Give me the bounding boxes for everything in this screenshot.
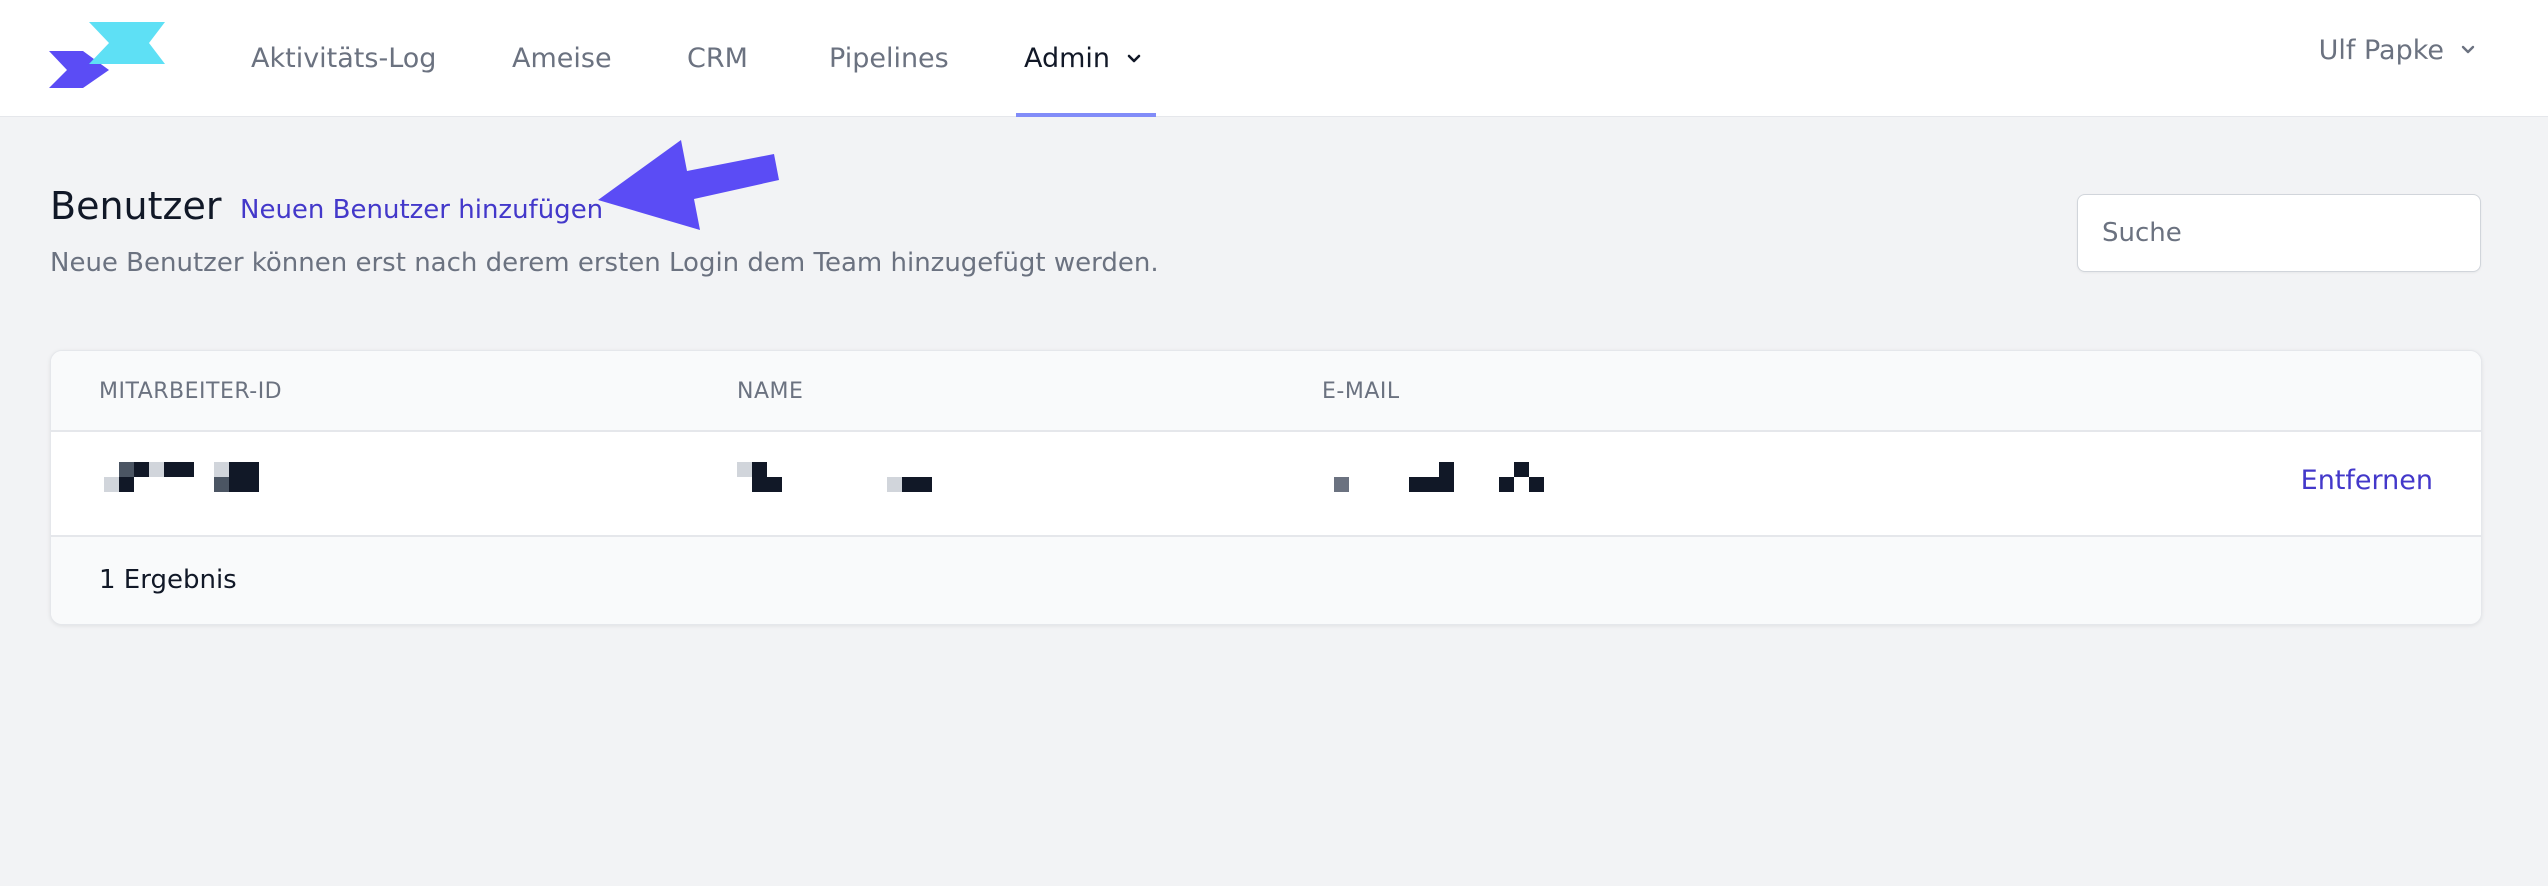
- nav-item-ameise[interactable]: Ameise: [512, 0, 612, 117]
- remove-user-button[interactable]: Entfernen: [2301, 465, 2433, 496]
- chevron-down-icon: [2461, 45, 2475, 54]
- arrow-pointer-icon: [598, 140, 779, 230]
- search-input[interactable]: [2077, 194, 2481, 272]
- users-table: MITARBEITER-ID NAME E-MAIL Entfernen 1 E…: [50, 350, 2482, 625]
- nav-item-label: Pipelines: [829, 43, 949, 74]
- redacted-email: [1334, 462, 1594, 502]
- active-nav-indicator: [1016, 113, 1156, 117]
- user-name: Ulf Papke: [2318, 34, 2444, 66]
- nav-item-pipelines[interactable]: Pipelines: [829, 0, 949, 117]
- table-row: Entfernen: [51, 432, 2481, 537]
- nav-item-label: CRM: [687, 43, 748, 74]
- column-header-email: E-MAIL: [1322, 379, 1400, 404]
- nav-item-crm[interactable]: CRM: [687, 0, 748, 117]
- page-subtitle: Neue Benutzer können erst nach derem ers…: [50, 248, 1159, 278]
- nav-item-aktivitaets-log[interactable]: Aktivitäts-Log: [251, 0, 436, 117]
- redacted-employee-id: [104, 462, 259, 502]
- chevron-down-icon: [1127, 54, 1141, 62]
- user-menu[interactable]: Ulf Papke: [2319, 0, 2478, 100]
- brand-logo[interactable]: [49, 22, 165, 88]
- column-header-id: MITARBEITER-ID: [99, 379, 283, 404]
- table-footer: 1 Ergebnis: [51, 537, 2481, 624]
- add-user-link[interactable]: Neuen Benutzer hinzufügen: [240, 195, 603, 225]
- nav-item-admin[interactable]: Admin: [1024, 0, 1144, 117]
- page-title: Benutzer: [50, 184, 222, 228]
- redacted-name: [737, 462, 937, 502]
- top-navbar: Aktivitäts-Log Ameise CRM Pipelines Admi…: [0, 0, 2548, 117]
- nav-item-label: Ameise: [512, 43, 612, 74]
- nav-item-label: Aktivitäts-Log: [251, 43, 437, 74]
- nav-item-label: Admin: [1024, 43, 1111, 74]
- result-count: 1 Ergebnis: [99, 565, 237, 595]
- column-header-name: NAME: [737, 379, 804, 404]
- table-header: MITARBEITER-ID NAME E-MAIL: [51, 351, 2481, 432]
